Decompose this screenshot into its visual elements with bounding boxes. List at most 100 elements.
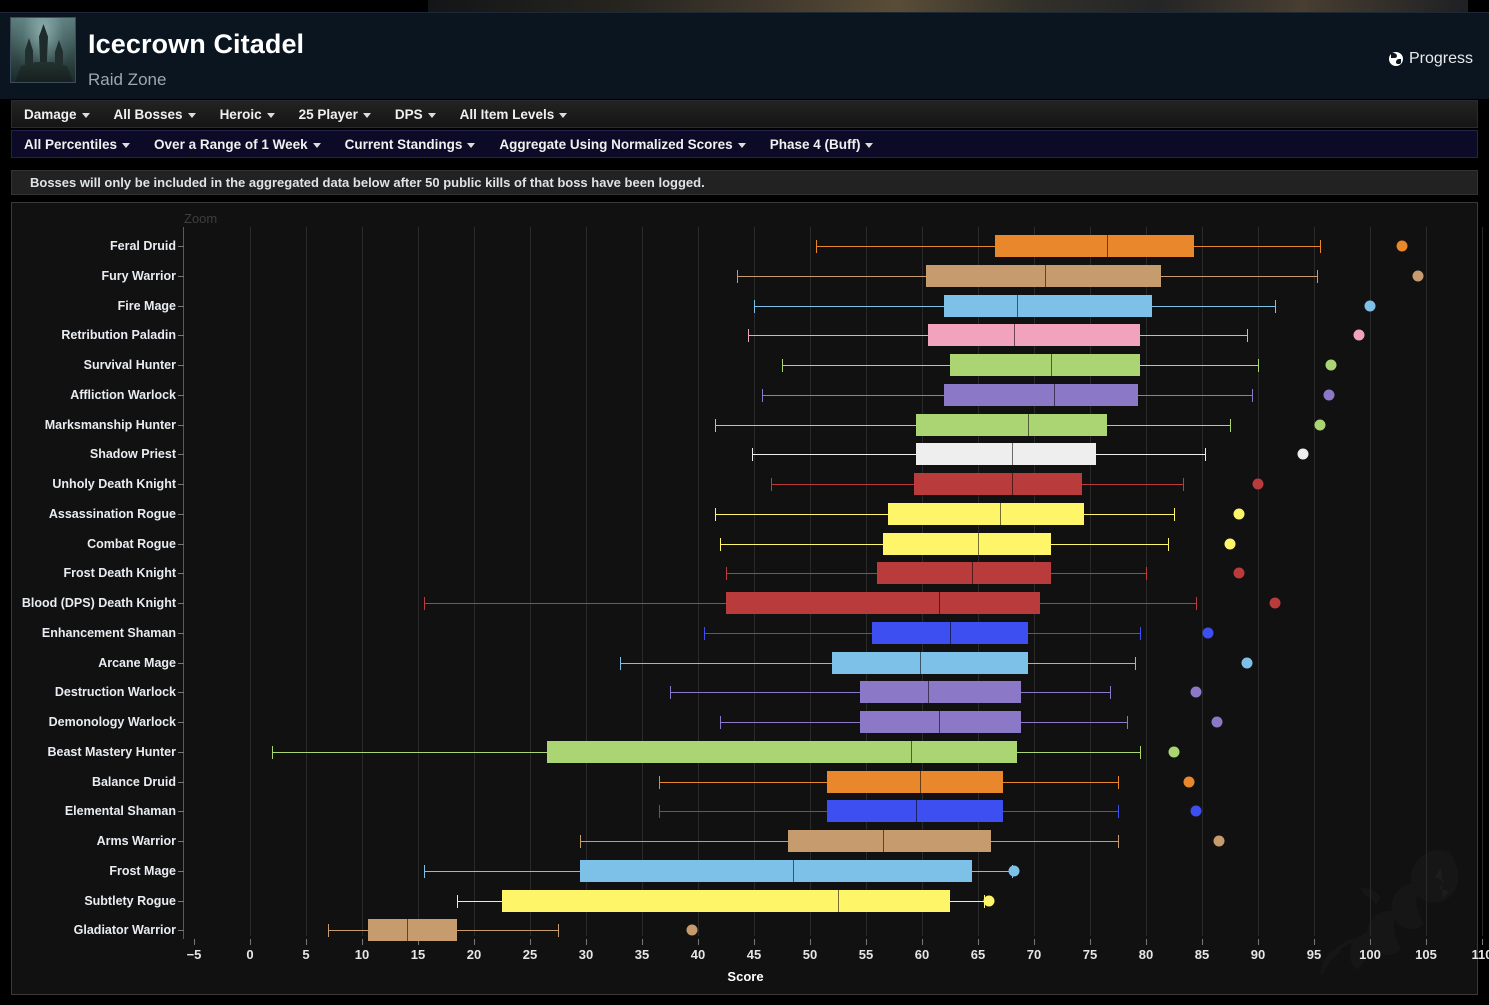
boxplot-box[interactable] <box>580 859 973 882</box>
x-tick-mark <box>1034 939 1035 945</box>
x-tick-mark <box>1482 939 1483 945</box>
boxplot-box[interactable] <box>914 473 1083 495</box>
boxplot-box[interactable] <box>944 383 1139 406</box>
boxplot-box[interactable] <box>927 324 1141 347</box>
boxplot-box[interactable] <box>994 235 1195 257</box>
boxplot-min-cap <box>737 269 739 283</box>
boxplot-box[interactable] <box>826 770 1003 793</box>
boxplot-outlier-point[interactable] <box>1252 478 1264 490</box>
boxplot-box[interactable] <box>726 592 1040 614</box>
boxplot-max-cap <box>1205 448 1207 462</box>
y-axis-label-marksmanship-hunter: Marksmanship Hunter <box>44 417 176 432</box>
boxplot-outlier-point[interactable] <box>1211 716 1223 728</box>
chevron-down-icon <box>865 142 874 148</box>
menu-25-player[interactable]: 25 Player <box>287 101 383 127</box>
filter-all-percentiles[interactable]: All Percentiles <box>12 131 142 157</box>
boxplot-outlier-point[interactable] <box>1168 746 1180 758</box>
boxplot-outlier-point[interactable] <box>1233 567 1245 579</box>
x-tick-mark <box>306 939 307 945</box>
filter-aggregate-using-normalized-scores[interactable]: Aggregate Using Normalized Scores <box>487 131 757 157</box>
y-tick-mark <box>178 751 184 753</box>
boxplot-box[interactable] <box>882 532 1051 555</box>
boxplot-box[interactable] <box>787 830 992 852</box>
y-tick-mark <box>178 246 184 247</box>
boxplot-outlier-point[interactable] <box>1325 359 1337 371</box>
boxplot-min-cap <box>423 864 425 878</box>
filter-over-a-range-of-1-week[interactable]: Over a Range of 1 Week <box>142 131 333 157</box>
x-tick-label: 95 <box>1306 947 1322 962</box>
boxplot-outlier-point[interactable] <box>1297 448 1309 460</box>
boxplot-min-cap <box>770 478 772 491</box>
boxplot-min-cap <box>815 240 817 253</box>
boxplot-median <box>793 859 795 882</box>
menu-heroic[interactable]: Heroic <box>208 101 287 127</box>
boxplot-outlier-point[interactable] <box>1190 805 1202 817</box>
boxplot-outlier-point[interactable] <box>1353 329 1365 341</box>
x-tick-label: −5 <box>186 947 202 962</box>
x-tick-label: 0 <box>246 947 254 962</box>
boxplot-box[interactable] <box>916 413 1107 436</box>
boxplot-box[interactable] <box>926 264 1161 287</box>
boxplot-box[interactable] <box>826 800 1003 823</box>
boxplot-outlier-point[interactable] <box>1314 419 1326 430</box>
boxplot-outlier-point[interactable] <box>1412 270 1424 282</box>
chevron-down-icon <box>81 112 90 118</box>
boxplot-outlier-point[interactable] <box>1233 508 1245 520</box>
menu-all-item-levels[interactable]: All Item Levels <box>448 101 580 127</box>
boxplot-box[interactable] <box>877 562 1051 585</box>
boxplot-box[interactable] <box>944 294 1152 317</box>
x-tick-label: 25 <box>522 947 538 962</box>
y-tick-mark <box>178 513 184 515</box>
boxplot-box[interactable] <box>950 354 1141 376</box>
x-tick-mark <box>810 939 811 945</box>
boxplot-outlier-point[interactable] <box>1269 597 1281 609</box>
gridline <box>530 227 531 936</box>
boxplot-box[interactable] <box>367 919 458 942</box>
menu-dps[interactable]: DPS <box>383 101 448 127</box>
boxplot-min-cap <box>751 448 753 462</box>
boxplot-outlier-point[interactable] <box>983 895 995 906</box>
boxplot-outlier-point[interactable] <box>1183 776 1195 787</box>
boxplot-box[interactable] <box>832 651 1029 674</box>
y-tick-mark <box>178 692 184 694</box>
y-tick-mark <box>178 841 184 842</box>
boxplot-outlier-point[interactable] <box>1364 300 1376 311</box>
boxplot-min-cap <box>272 745 274 759</box>
chevron-down-icon <box>122 142 131 148</box>
boxplot-box[interactable] <box>546 740 1018 763</box>
x-tick-label: 110 <box>1471 947 1489 962</box>
chevron-down-icon <box>427 112 436 118</box>
boxplot-min-cap <box>714 507 716 521</box>
boxplot-outlier-point[interactable] <box>1241 657 1253 668</box>
boxplot-box[interactable] <box>860 681 1021 704</box>
boxplot-box[interactable] <box>502 889 950 912</box>
boxplot-outlier-point[interactable] <box>1202 627 1214 639</box>
boxplot-outlier-point[interactable] <box>1008 865 1020 877</box>
y-axis-label-subtlety-rogue: Subtlety Rogue <box>84 893 176 908</box>
filter-current-standings[interactable]: Current Standings <box>333 131 488 157</box>
boxplot-outlier-point[interactable] <box>1224 538 1236 549</box>
boxplot-outlier-point[interactable] <box>1323 389 1335 401</box>
menu-damage[interactable]: Damage <box>12 101 102 127</box>
y-tick-mark <box>178 603 184 604</box>
gridline <box>362 227 363 936</box>
progress-link[interactable]: Progress <box>1388 50 1473 68</box>
menu-all-bosses[interactable]: All Bosses <box>102 101 208 127</box>
y-axis-label-shadow-priest: Shadow Priest <box>89 447 176 462</box>
gridline <box>754 227 755 936</box>
boxplot-outlier-point[interactable] <box>1396 240 1408 252</box>
x-tick-mark <box>474 939 475 945</box>
boxplot-outlier-point[interactable] <box>1190 686 1202 698</box>
boxplot-box[interactable] <box>888 502 1085 525</box>
top-banner-strip <box>0 0 1489 12</box>
gridline <box>698 227 699 936</box>
filter-phase-4-buff[interactable]: Phase 4 (Buff) <box>758 131 886 157</box>
page-title: Icecrown Citadel <box>88 29 305 59</box>
boxplot-outlier-point[interactable] <box>1213 835 1225 847</box>
boxplot-box[interactable] <box>860 711 1021 733</box>
gridline <box>642 227 643 936</box>
gridline <box>250 227 251 936</box>
boxplot-box[interactable] <box>916 443 1096 466</box>
boxplot-outlier-point[interactable] <box>686 924 698 936</box>
boxplot-max-cap <box>1168 537 1170 551</box>
